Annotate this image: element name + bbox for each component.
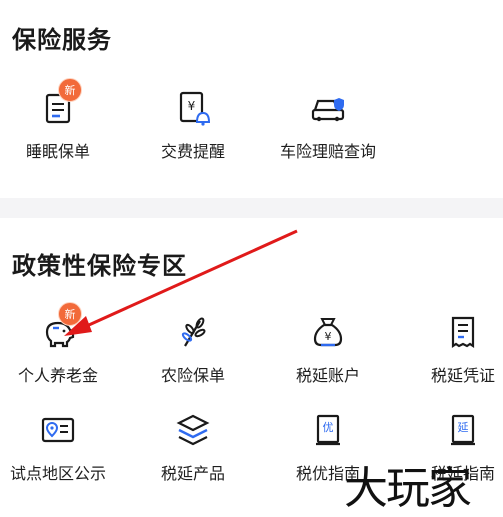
item-label: 交费提醒 (160, 142, 225, 161)
insurance-services-section: 保险服务 新 睡眠保单 ¥ 交费提醒 车险理赔查询 (0, 0, 503, 198)
location-card-icon (38, 410, 78, 450)
item-label: 税延账户 (295, 366, 360, 385)
guide-book-icon: 延 (443, 410, 483, 450)
item-tax-deferred-products[interactable]: 税延产品 (133, 410, 253, 484)
payment-reminder-icon: ¥ (173, 88, 213, 128)
item-tax-deferred-account[interactable]: ¥ 税延账户 (268, 312, 388, 386)
yen-symbol: ¥ (188, 99, 196, 113)
item-tax-deferred-voucher[interactable]: 税延凭证 (403, 312, 503, 386)
item-label: 车险理赔查询 (279, 142, 376, 161)
new-badge: 新 (58, 78, 82, 102)
section-divider (0, 198, 503, 218)
item-label: 个人养老金 (17, 366, 98, 385)
watermark-text: 大玩家 (344, 463, 472, 514)
wheat-icon (173, 312, 213, 352)
new-badge: 新 (58, 302, 82, 326)
book-glyph: 优 (323, 421, 334, 434)
piggy-bank-icon: 新 (38, 302, 82, 352)
guide-book-icon: 优 (308, 410, 348, 450)
item-label: 税延产品 (160, 464, 225, 483)
item-label: 试点地区公示 (9, 464, 106, 483)
section-title-policy-zone: 政策性保险专区 (12, 252, 187, 280)
item-payment-reminder[interactable]: ¥ 交费提醒 (133, 88, 253, 162)
policy-doc-icon: 新 (38, 78, 82, 128)
yen-symbol: ¥ (325, 330, 332, 343)
car-insurance-icon (308, 88, 348, 128)
item-label: 农险保单 (160, 366, 225, 385)
item-agri-insurance-policy[interactable]: 农险保单 (133, 312, 253, 386)
item-sleep-policy[interactable]: 新 睡眠保单 (0, 78, 118, 162)
item-label: 睡眠保单 (25, 142, 90, 161)
item-personal-pension[interactable]: 新 个人养老金 (0, 302, 118, 386)
section-title-insurance-services: 保险服务 (12, 26, 112, 54)
layers-icon (173, 410, 213, 450)
receipt-icon (443, 312, 483, 352)
money-bag-icon: ¥ (308, 312, 348, 352)
book-glyph: 延 (458, 421, 469, 434)
item-label: 税延凭证 (430, 366, 495, 385)
item-car-claim-query[interactable]: 车险理赔查询 (268, 88, 388, 162)
item-pilot-region-notice[interactable]: 试点地区公示 (0, 410, 118, 484)
